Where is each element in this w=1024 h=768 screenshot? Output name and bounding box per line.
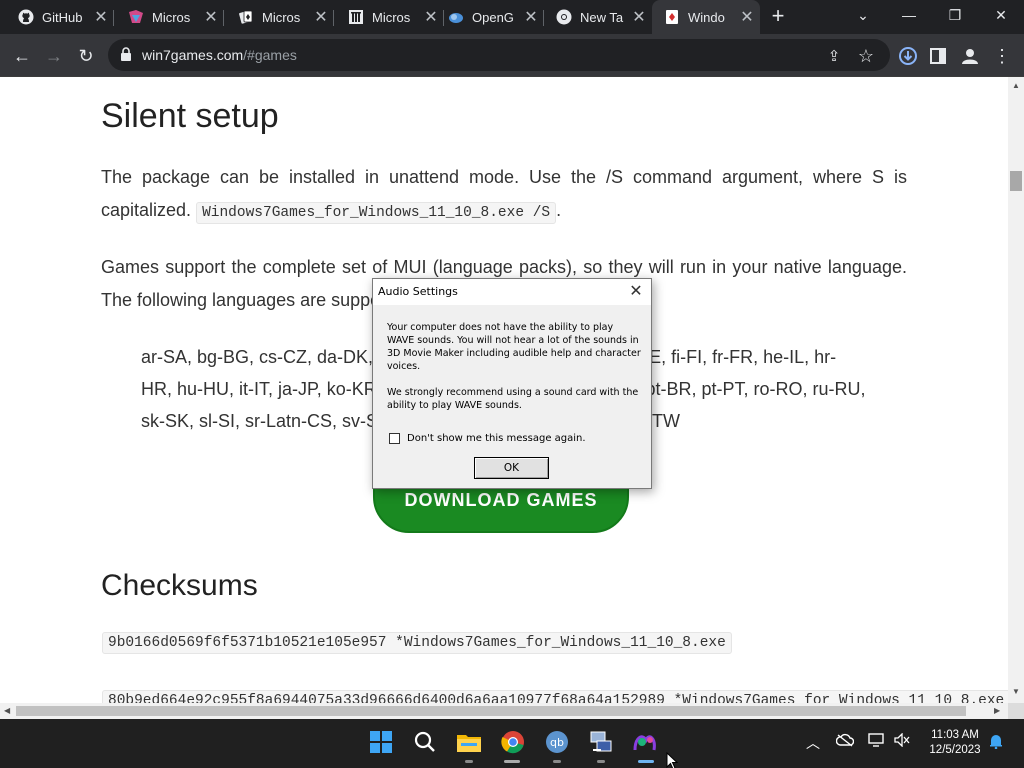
mouse-cursor-icon [666, 751, 679, 768]
silent-setup-text: The package can be installed in unattend… [101, 161, 907, 230]
dont-show-checkbox[interactable] [389, 433, 400, 444]
network-tool-icon[interactable] [588, 729, 614, 755]
vertical-scrollbar[interactable]: ▲ ▼ [1008, 77, 1024, 703]
network-icon[interactable] [868, 733, 886, 750]
url-text[interactable]: win7games.com/#games [142, 47, 297, 63]
new-tab-button[interactable]: + [766, 5, 790, 29]
scroll-down-icon[interactable]: ▼ [1012, 687, 1020, 696]
browser-tab-strip: GitHub ✕ Micros ✕ Micros ✕ Micros ✕ Open… [0, 0, 1024, 34]
tab-github[interactable]: GitHub ✕ [6, 0, 114, 34]
chrome-icon[interactable] [500, 729, 526, 755]
forward-icon[interactable]: → [40, 42, 68, 70]
reload-icon[interactable]: ↻ [72, 42, 100, 70]
chrome-icon [556, 9, 572, 25]
taskbar-clock[interactable]: 11:03 AM 12/5/2023 [920, 728, 990, 758]
tab-close-icon[interactable]: ✕ [630, 7, 648, 27]
ok-button[interactable]: OK [474, 457, 549, 479]
file-explorer-icon[interactable] [456, 729, 482, 755]
scroll-left-icon[interactable]: ◀ [4, 706, 10, 715]
dialog-titlebar[interactable]: Audio Settings ✕ [373, 279, 651, 305]
github-icon [18, 9, 34, 25]
silent-command: Windows7Games_for_Windows_11_10_8.exe /S [196, 202, 557, 224]
horizontal-scrollbar[interactable]: ◀ ▶ [0, 703, 1008, 719]
silent-setup-heading: Silent setup [101, 97, 279, 135]
browser-toolbar: ← → ↻ win7games.com/#games ⇪ ☆ ⋮ [0, 34, 1024, 77]
onedrive-icon[interactable] [835, 733, 855, 750]
tab-close-icon[interactable]: ✕ [738, 7, 756, 27]
tab-windows-games[interactable]: Windo ✕ [652, 0, 760, 34]
audio-settings-dialog: Audio Settings ✕ Your computer does not … [372, 278, 652, 489]
tab-close-icon[interactable]: ✕ [92, 7, 110, 27]
tab-close-icon[interactable]: ✕ [522, 7, 540, 27]
tab-microsoft-1[interactable]: Micros ✕ [116, 0, 224, 34]
tab-label: Windo [688, 9, 725, 25]
dont-show-checkbox-row[interactable]: Don't show me this message again. [389, 433, 586, 444]
checksum-sha256: 80b9ed664e92c955f8a6944075a33d96666d6400… [102, 690, 1008, 703]
solitaire-icon [238, 9, 254, 25]
tab-microsoft-2[interactable]: Micros ✕ [226, 0, 334, 34]
checksum-md5: 9b0166d0569f6f5371b10521e105e957 *Window… [102, 632, 732, 654]
back-icon[interactable]: ← [8, 42, 36, 70]
url-host: win7games.com [142, 47, 244, 63]
tab-close-icon[interactable]: ✕ [202, 7, 220, 27]
checksum-line: 9b0166d0569f6f5371b10521e105e957 *Window… [102, 632, 732, 654]
tab-new-tab[interactable]: New Ta ✕ [544, 0, 652, 34]
windows-start-icon[interactable] [368, 729, 394, 755]
3d-movie-maker-icon[interactable] [632, 729, 658, 755]
clock-date: 12/5/2023 [929, 744, 981, 756]
windows-games-icon [664, 9, 680, 25]
profile-icon[interactable] [956, 42, 984, 70]
checksum-line: 80b9ed664e92c955f8a6944075a33d96666d6400… [102, 690, 1008, 703]
windows-taskbar: qb ︿ 11:03 AM 12/5/2023 [0, 719, 1024, 768]
microsoft-learn-icon [348, 9, 364, 25]
microsoft-icon [128, 9, 144, 25]
clock-time: 11:03 AM [931, 729, 979, 741]
download-icon[interactable] [894, 42, 922, 70]
openg-icon [448, 9, 464, 25]
tab-label: Micros [152, 9, 191, 25]
dialog-message-2: We strongly recommend using a sound card… [387, 387, 639, 411]
svg-text:qb: qb [550, 736, 564, 749]
share-icon[interactable]: ⇪ [820, 42, 848, 70]
address-bar[interactable]: win7games.com/#games [108, 39, 890, 71]
dialog-message-1: Your computer does not have the ability … [387, 322, 641, 372]
window-close-icon[interactable]: ✕ [978, 0, 1024, 30]
qbittorrent-icon[interactable]: qb [544, 729, 570, 755]
bookmark-star-icon[interactable]: ☆ [852, 42, 880, 70]
tab-label: OpenG [472, 9, 514, 25]
tab-label: Micros [262, 9, 301, 25]
scroll-up-icon[interactable]: ▲ [1012, 81, 1020, 90]
volume-muted-icon[interactable] [894, 732, 910, 750]
restore-icon[interactable]: ❐ [932, 0, 978, 30]
tab-openg[interactable]: OpenG ✕ [436, 0, 544, 34]
tab-label: Micros [372, 9, 411, 25]
dont-show-label[interactable]: Don't show me this message again. [407, 433, 586, 444]
url-path: /#games [243, 47, 297, 63]
side-panel-icon[interactable] [924, 42, 952, 70]
show-hidden-icons-icon[interactable]: ︿ [806, 733, 820, 753]
tab-close-icon[interactable]: ✕ [312, 7, 330, 27]
search-icon[interactable] [412, 729, 438, 755]
dialog-close-icon[interactable]: ✕ [627, 281, 645, 300]
horizontal-scroll-thumb[interactable] [16, 706, 966, 716]
vertical-scroll-thumb[interactable] [1010, 171, 1022, 191]
minimize-icon[interactable]: — [886, 0, 932, 30]
tab-microsoft-3[interactable]: Micros ✕ [336, 0, 444, 34]
tab-label: New Ta [580, 9, 624, 25]
tab-search-icon[interactable]: ⌄ [840, 0, 886, 30]
dialog-title: Audio Settings [378, 285, 458, 298]
checksums-heading: Checksums [101, 569, 258, 602]
notification-bell-icon[interactable] [988, 733, 1004, 752]
tab-label: GitHub [42, 9, 83, 25]
menu-icon[interactable]: ⋮ [988, 42, 1016, 70]
scroll-right-icon[interactable]: ▶ [994, 706, 1000, 715]
silent-period: . [556, 200, 562, 220]
lock-icon [120, 47, 134, 63]
